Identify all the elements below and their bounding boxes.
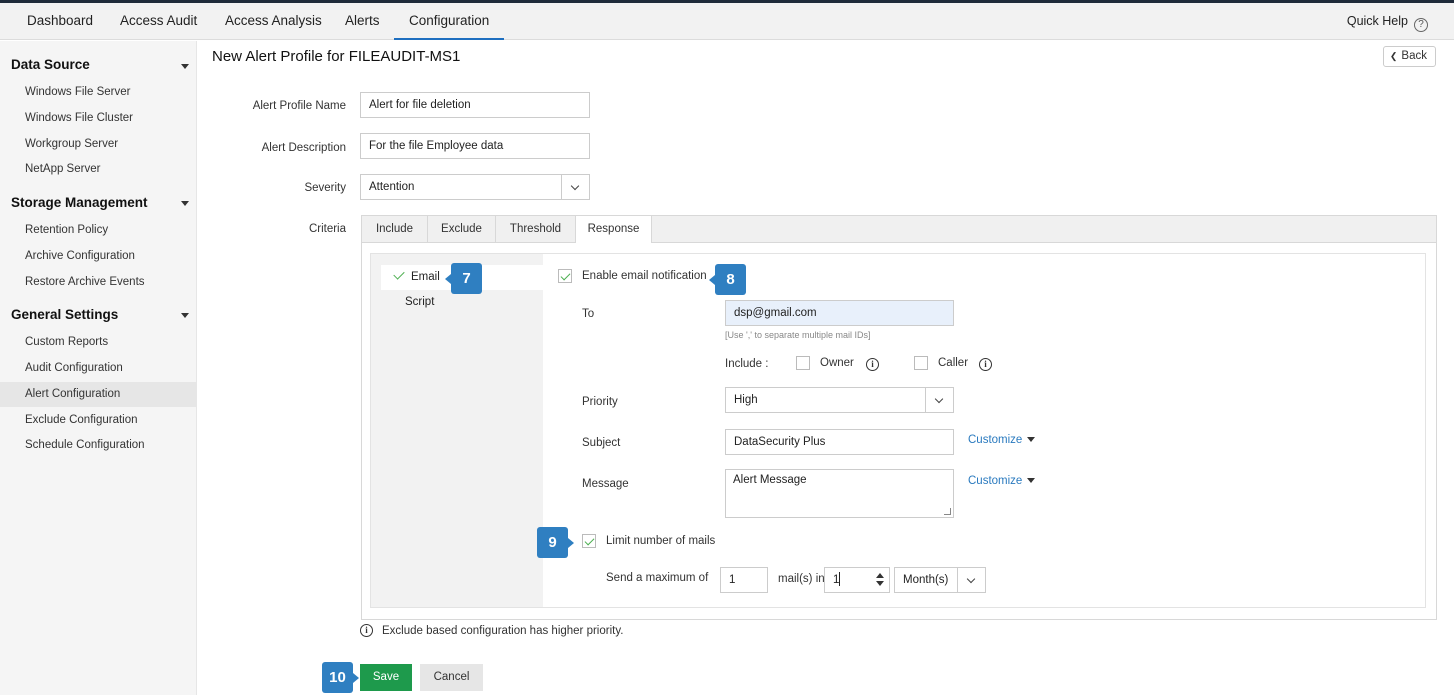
message-value: Alert Message (733, 474, 807, 486)
to-email-input[interactable]: dsp@gmail.com (725, 300, 954, 326)
description-label: Alert Description (261, 142, 346, 154)
message-textarea[interactable]: Alert Message (725, 469, 954, 518)
tab-include[interactable]: Include (362, 216, 428, 243)
chevron-down-icon[interactable] (181, 64, 189, 69)
quick-help-label: Quick Help (1346, 14, 1408, 28)
sidebar-item-restore-archive-events[interactable]: Restore Archive Events (0, 270, 197, 295)
step-badge-7: 7 (445, 263, 482, 294)
limit-mails-checkbox[interactable] (582, 534, 596, 548)
step-badge-10: 10 (322, 662, 359, 693)
chevron-down-icon (925, 388, 953, 412)
subject-label: Subject (582, 437, 621, 449)
sidebar-item-windows-file-server[interactable]: Windows File Server (0, 80, 197, 105)
mails-in-label: mail(s) in (778, 573, 825, 585)
sidebar-item-custom-reports[interactable]: Custom Reports (0, 330, 197, 355)
subject-input[interactable]: DataSecurity Plus (725, 429, 954, 455)
sidebar-section-storage-management[interactable]: Storage Management (11, 195, 148, 210)
sidebar-item-schedule-configuration[interactable]: Schedule Configuration (0, 433, 197, 458)
spinner-icon[interactable] (875, 572, 885, 588)
profile-name-input[interactable]: Alert for file deletion (360, 92, 590, 118)
check-icon (393, 268, 405, 280)
severity-label: Severity (304, 182, 346, 194)
email-method-label: Email (411, 271, 440, 283)
send-max-label: Send a maximum of (606, 572, 709, 584)
info-icon[interactable]: i (866, 358, 879, 371)
resize-handle-icon[interactable] (944, 508, 951, 515)
sidebar-item-archive-configuration[interactable]: Archive Configuration (0, 244, 197, 269)
criteria-label: Criteria (308, 223, 346, 235)
sidebar-section-general-settings[interactable]: General Settings (11, 307, 118, 322)
priority-note: Exclude based configuration has higher p… (382, 625, 624, 637)
info-icon[interactable]: i (979, 358, 992, 371)
page-title: New Alert Profile for FILEAUDIT-MS1 (212, 48, 461, 65)
tab-exclude[interactable]: Exclude (428, 216, 496, 243)
period-unit-value: Month(s) (903, 574, 949, 586)
save-button[interactable]: Save (360, 664, 412, 691)
to-label: To (582, 308, 595, 320)
severity-value: Attention (369, 181, 415, 193)
chevron-down-icon[interactable] (181, 201, 189, 206)
limit-mails-label: Limit number of mails (606, 535, 716, 547)
caret-down-icon (1027, 437, 1036, 442)
owner-label: Owner (820, 357, 854, 369)
enable-email-label: Enable email notification (582, 270, 707, 282)
sidebar-section-data-source[interactable]: Data Source (11, 57, 90, 72)
nav-tab-configuration[interactable]: Configuration (394, 3, 505, 40)
customize-label: Customize (968, 434, 1023, 446)
include-label: Include : (725, 358, 769, 370)
owner-checkbox[interactable] (796, 356, 810, 370)
caret-down-icon (1027, 478, 1036, 483)
enable-email-checkbox[interactable] (558, 269, 572, 283)
caller-checkbox[interactable] (914, 356, 928, 370)
sidebar-item-exclude-configuration[interactable]: Exclude Configuration (0, 408, 197, 433)
step-badge-8: 8 (709, 264, 746, 295)
priority-value: High (734, 394, 758, 406)
criteria-tabs: Include Exclude Threshold Response (361, 215, 1437, 244)
priority-select[interactable]: High (725, 387, 954, 413)
customize-label: Customize (968, 475, 1023, 487)
sidebar-item-audit-configuration[interactable]: Audit Configuration (0, 356, 197, 381)
period-number-input[interactable]: 1 (824, 567, 890, 593)
text-cursor (839, 572, 841, 586)
period-unit-select[interactable]: Month(s) (894, 567, 986, 593)
nav-tab-access-audit[interactable]: Access Audit (120, 3, 197, 40)
nav-tab-access-analysis[interactable]: Access Analysis (225, 3, 322, 40)
profile-name-label: Alert Profile Name (252, 100, 346, 112)
quick-help-link[interactable]: Quick Help? (1347, 3, 1428, 40)
chevron-down-icon[interactable] (181, 313, 189, 318)
sidebar-item-workgroup-server[interactable]: Workgroup Server (0, 132, 197, 157)
message-customize-dropdown[interactable]: Customize (968, 475, 1036, 487)
chevron-down-icon (561, 175, 589, 199)
caller-label: Caller (938, 357, 969, 369)
subject-customize-dropdown[interactable]: Customize (968, 434, 1036, 446)
step-badge-9: 9 (537, 527, 574, 558)
cancel-button[interactable]: Cancel (420, 664, 483, 691)
description-input[interactable]: For the file Employee data (360, 133, 590, 159)
nav-tab-dashboard[interactable]: Dashboard (27, 3, 93, 40)
message-label: Message (582, 478, 629, 490)
back-label: Back (1401, 50, 1427, 62)
help-icon: ? (1414, 18, 1428, 32)
to-hint-text: [Use ',' to separate multiple mail IDs] (725, 330, 871, 340)
tab-threshold[interactable]: Threshold (496, 216, 576, 243)
sidebar-item-netapp-server[interactable]: NetApp Server (0, 157, 197, 182)
severity-select[interactable]: Attention (360, 174, 590, 200)
back-button[interactable]: ❮ Back (1382, 46, 1436, 67)
sidebar-item-windows-file-cluster[interactable]: Windows File Cluster (0, 106, 197, 131)
max-mails-input[interactable]: 1 (720, 567, 768, 593)
info-icon: i (360, 624, 373, 637)
chevron-left-icon: ❮ (1389, 51, 1398, 61)
tab-response[interactable]: Response (576, 216, 652, 244)
top-navigation: Dashboard Access Audit Access Analysis A… (0, 3, 1454, 40)
sidebar-item-alert-configuration[interactable]: Alert Configuration (0, 382, 197, 407)
nav-tab-alerts[interactable]: Alerts (345, 3, 380, 40)
priority-label: Priority (582, 396, 618, 408)
chevron-down-icon (957, 568, 985, 592)
sidebar-item-retention-policy[interactable]: Retention Policy (0, 218, 197, 243)
